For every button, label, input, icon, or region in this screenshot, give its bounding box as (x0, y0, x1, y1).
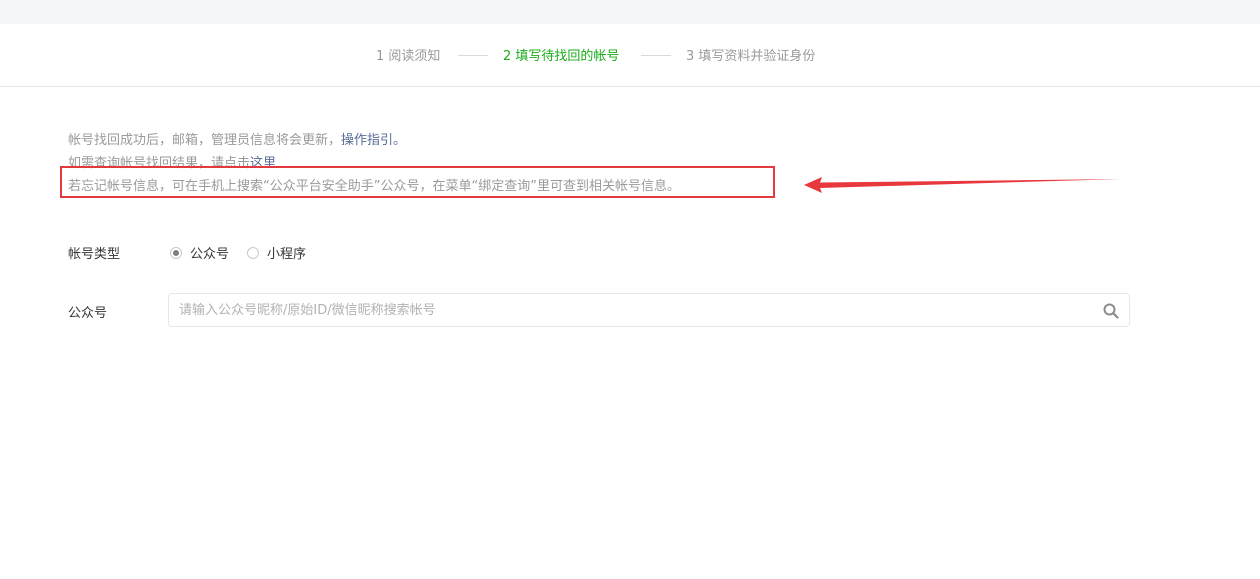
radio-option-official-account[interactable]: 公众号 (170, 243, 229, 262)
top-bar (0, 0, 1260, 24)
radio-label-official-account: 公众号 (190, 247, 230, 262)
radio-option-mini-program[interactable]: 小程序 (247, 243, 306, 262)
account-type-radio-group: 公众号 小程序 (170, 243, 324, 262)
step-indicator: 1 阅读须知 2 填写待找回的帐号 3 填写资料并验证身份 (0, 24, 1260, 87)
account-type-label: 帐号类型 (68, 247, 121, 262)
step-3: 3 填写资料并验证身份 (686, 49, 816, 64)
step-divider (458, 55, 488, 56)
account-search-box (168, 293, 1130, 327)
account-field-label: 公众号 (68, 306, 108, 321)
step-2-active: 2 填写待找回的帐号 (503, 49, 620, 64)
step-1: 1 阅读须知 (376, 49, 441, 64)
arrow-annotation-icon (804, 177, 1122, 193)
radio-checked-icon[interactable] (170, 246, 182, 259)
step-divider (641, 55, 671, 56)
info-text-1: 帐号找回成功后，邮箱，管理员信息将会更新， (68, 133, 342, 148)
search-icon[interactable] (1103, 303, 1119, 319)
radio-label-mini-program: 小程序 (267, 247, 307, 262)
account-search-input[interactable] (169, 294, 1079, 326)
operation-guide-link[interactable]: 操作指引。 (341, 133, 406, 148)
highlight-annotation-box (60, 166, 775, 198)
info-line-1: 帐号找回成功后，邮箱，管理员信息将会更新，操作指引。 (68, 129, 406, 148)
radio-unchecked-icon[interactable] (247, 246, 260, 259)
